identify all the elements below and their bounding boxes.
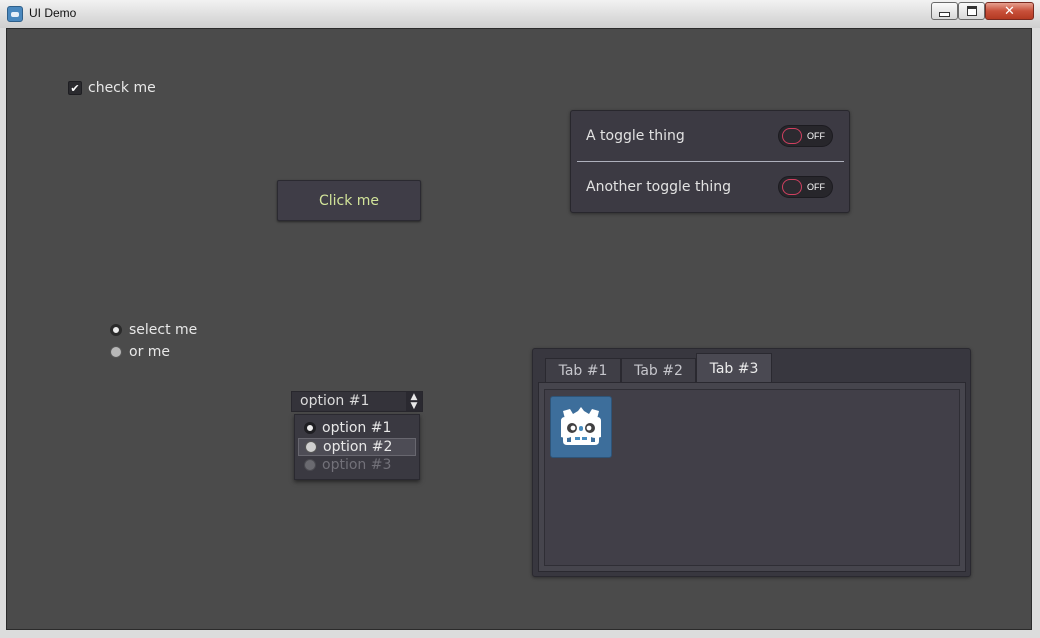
radio-or-me[interactable]: or me [110, 344, 170, 360]
tab-3-active[interactable]: Tab #3 [696, 353, 772, 383]
tab-2[interactable]: Tab #2 [621, 358, 696, 383]
option-radio-icon [305, 441, 317, 453]
radio-label[interactable]: or me [129, 344, 170, 360]
tab-panel [538, 382, 966, 572]
window-frame-bottom [0, 630, 1040, 638]
option-radio-icon [304, 422, 316, 434]
toggle-switch-2[interactable]: OFF [778, 176, 833, 198]
tab-content-area [544, 389, 960, 566]
click-me-button-label: Click me [318, 192, 380, 209]
title-bar[interactable]: UI Demo ✕ [0, 0, 1040, 29]
dropdown-arrows-icon: ▲ ▼ [406, 392, 422, 411]
option-label: option #3 [322, 457, 392, 473]
checkmark-icon: ✔ [70, 81, 80, 95]
godot-logo-svg [561, 407, 601, 445]
dropdown-option-2[interactable]: option #2 [298, 438, 416, 456]
toggle-row-2: Another toggle thing OFF [586, 172, 841, 202]
godot-logo-icon [550, 396, 612, 458]
minimize-button[interactable] [931, 2, 958, 20]
radio-button[interactable] [110, 346, 122, 358]
option-label: option #1 [322, 420, 392, 436]
option-radio-icon [304, 459, 316, 471]
maximize-icon [966, 6, 977, 16]
window-frame-right [1032, 28, 1040, 638]
dropdown-option-3: option #3 [298, 456, 416, 474]
option-dropdown-value: option #1 [300, 393, 370, 409]
toggle-knob [782, 128, 802, 144]
tab-label: Tab #3 [709, 360, 759, 377]
toggle-knob [782, 179, 802, 195]
tab-container: Tab #1 Tab #2 Tab #3 [532, 348, 971, 577]
radio-label[interactable]: select me [129, 322, 197, 338]
toggle-panel: A toggle thing OFF Another toggle thing … [570, 110, 850, 213]
radio-select-me[interactable]: select me [110, 322, 197, 338]
toggle-state-label: OFF [807, 182, 825, 192]
dropdown-option-1[interactable]: option #1 [298, 419, 416, 437]
radio-button-selected[interactable] [110, 324, 122, 336]
maximize-button[interactable] [958, 2, 985, 20]
minimize-icon [939, 11, 950, 17]
toggle-switch-1[interactable]: OFF [778, 125, 833, 147]
toggle-label-2: Another toggle thing [586, 179, 731, 195]
toggle-state-label: OFF [807, 131, 825, 141]
toggle-label-1: A toggle thing [586, 128, 685, 144]
close-button[interactable]: ✕ [985, 2, 1034, 20]
checkbox[interactable]: ✔ [68, 81, 82, 95]
option-label: option #2 [323, 439, 393, 455]
toggle-row-1: A toggle thing OFF [586, 121, 841, 151]
tab-label: Tab #2 [634, 363, 683, 379]
dropdown-popup: option #1 option #2 option #3 [294, 414, 420, 480]
tab-1[interactable]: Tab #1 [545, 358, 621, 383]
close-icon: ✕ [1004, 3, 1015, 19]
window-title: UI Demo [29, 6, 77, 20]
tab-label: Tab #1 [558, 363, 608, 379]
check-me-checkbox-row[interactable]: ✔ check me [68, 80, 156, 96]
app-icon [7, 6, 23, 22]
option-dropdown[interactable]: option #1 ▲ ▼ [291, 391, 423, 412]
checkbox-label[interactable]: check me [88, 80, 156, 96]
arrow-down-icon: ▼ [410, 400, 418, 411]
click-me-button[interactable]: Click me [277, 180, 421, 221]
toggle-divider [577, 161, 844, 162]
